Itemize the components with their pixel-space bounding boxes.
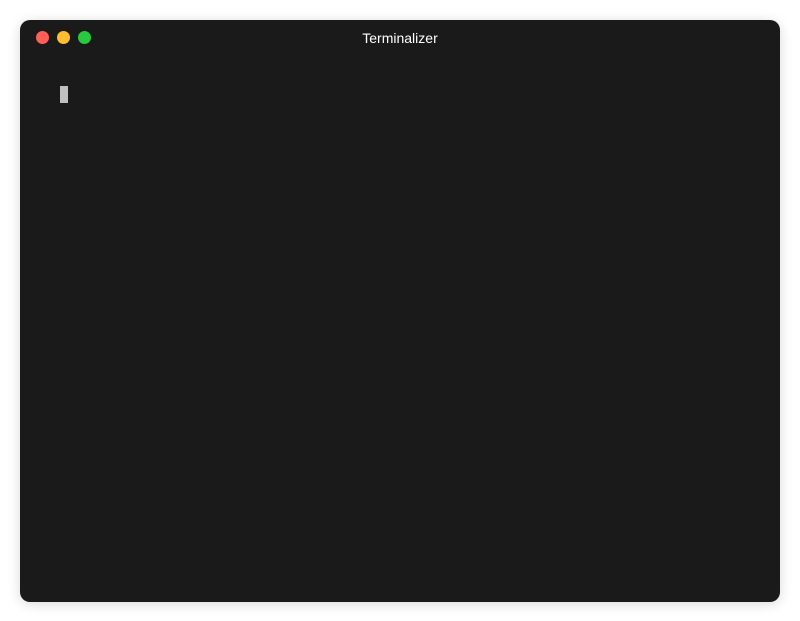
titlebar: Terminalizer — [20, 20, 780, 56]
cursor-icon — [60, 86, 68, 103]
close-button[interactable] — [36, 31, 49, 44]
window-controls — [20, 31, 91, 44]
maximize-button[interactable] — [78, 31, 91, 44]
minimize-button[interactable] — [57, 31, 70, 44]
window-title: Terminalizer — [362, 30, 437, 46]
terminal-window: Terminalizer — [20, 20, 780, 602]
terminal-body[interactable] — [20, 56, 780, 602]
